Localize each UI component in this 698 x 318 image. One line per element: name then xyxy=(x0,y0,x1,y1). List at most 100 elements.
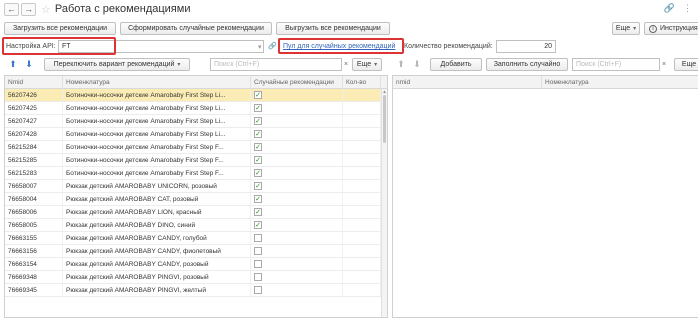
col-nmid[interactable]: nmid xyxy=(393,76,543,88)
cell-random xyxy=(251,258,343,270)
table-row[interactable]: 76658007 Рюкзак детский AMAROBABY UNICORN… xyxy=(5,180,387,193)
cell-qty xyxy=(343,245,381,257)
api-field[interactable]: FT xyxy=(58,40,264,53)
cell-random: ✓ xyxy=(251,115,343,127)
cell-name: Ботиночки-носочки детские Amarobaby Firs… xyxy=(63,89,251,101)
export-all-button[interactable]: Выгрузить все рекомендации xyxy=(276,22,390,35)
col-qty[interactable]: Кол-во xyxy=(343,76,381,88)
star-icon[interactable]: ☆ xyxy=(41,3,51,16)
cell-nmid: 56215284 xyxy=(5,141,63,153)
table-row[interactable]: 56215284 Ботиночки-носочки детские Amarob… xyxy=(5,141,387,154)
fill-random-button[interactable]: Заполнить случайно xyxy=(486,58,568,71)
cell-qty xyxy=(343,271,381,283)
pool-link[interactable]: Пул для случайных рекомендаций xyxy=(283,43,395,50)
cell-random: ✓ xyxy=(251,128,343,140)
cell-random: ✓ xyxy=(251,89,343,101)
cell-nmid: 76658006 xyxy=(5,206,63,218)
random-checkbox[interactable]: ✓ xyxy=(254,208,262,216)
cell-random xyxy=(251,271,343,283)
random-checkbox[interactable]: ✓ xyxy=(254,221,262,229)
random-checkbox[interactable]: ✓ xyxy=(254,143,262,151)
arrow-down-icon[interactable]: ⬇ xyxy=(22,58,36,71)
col-nmid[interactable]: Nmid xyxy=(5,76,63,88)
random-checkbox[interactable]: ✓ xyxy=(254,156,262,164)
cell-random: ✓ xyxy=(251,206,343,218)
cell-nmid: 76669345 xyxy=(5,284,63,296)
table-row[interactable]: 76658006 Рюкзак детский AMAROBABY LION, к… xyxy=(5,206,387,219)
right-search-input[interactable]: Поиск (Ctrl+F) xyxy=(572,58,660,71)
add-button[interactable]: Добавить xyxy=(430,58,482,71)
table-row[interactable]: 76663156 Рюкзак детский AMAROBABY CANDY, … xyxy=(5,245,387,258)
random-checkbox[interactable] xyxy=(254,273,262,281)
random-checkbox[interactable]: ✓ xyxy=(254,91,262,99)
table-row[interactable]: 56215283 Ботиночки-носочки детские Amarob… xyxy=(5,167,387,180)
cell-name: Ботиночки-носочки детские Amarobaby Firs… xyxy=(63,128,251,140)
cell-nmid: 56207427 xyxy=(5,115,63,127)
col-name[interactable]: Номенклатура xyxy=(63,76,251,88)
table-scrollbar[interactable]: ▴ xyxy=(381,89,387,317)
table-row[interactable]: 56207427 Ботиночки-носочки детские Amarob… xyxy=(5,115,387,128)
arrow-up-icon[interactable]: ⬆ xyxy=(394,58,408,71)
clear-search-icon[interactable]: × xyxy=(662,61,666,68)
random-checkbox[interactable]: ✓ xyxy=(254,117,262,125)
instruction-button[interactable]: i Инструкция xyxy=(644,22,698,35)
dropdown-icon[interactable]: ▾ xyxy=(258,43,262,51)
instruction-label: Инструкция xyxy=(660,25,698,32)
random-checkbox[interactable]: ✓ xyxy=(254,182,262,190)
cell-random: ✓ xyxy=(251,219,343,231)
table-row[interactable]: 56215285 Ботиночки-носочки детские Amarob… xyxy=(5,154,387,167)
back-button[interactable]: ← xyxy=(4,2,19,16)
switch-variant-button[interactable]: Переключить вариант рекомендаций xyxy=(44,58,190,71)
link-icon[interactable]: 🔗 xyxy=(664,3,675,14)
cell-nmid: 56207428 xyxy=(5,128,63,140)
random-checkbox[interactable]: ✓ xyxy=(254,130,262,138)
random-checkbox[interactable]: ✓ xyxy=(254,169,262,177)
left-search-input[interactable]: Поиск (Ctrl+F) xyxy=(210,58,342,71)
arrow-down-icon[interactable]: ⬇ xyxy=(410,58,424,71)
cell-qty xyxy=(343,154,381,166)
generate-random-button[interactable]: Сформировать случайные рекомендации xyxy=(120,22,272,35)
table-row[interactable]: 76669345 Рюкзак детский AMAROBABY PINGVI,… xyxy=(5,284,387,297)
random-checkbox[interactable]: ✓ xyxy=(254,195,262,203)
cell-name: Рюкзак детский AMAROBABY CANDY, фиолетов… xyxy=(63,245,251,257)
title-bar: ← → ☆ Работа с рекомендациями 🔗 ⋮ xyxy=(0,0,698,18)
cell-name: Рюкзак детский AMAROBABY CAT, розовый xyxy=(63,193,251,205)
random-checkbox[interactable] xyxy=(254,260,262,268)
kebab-icon[interactable]: ⋮ xyxy=(683,3,692,14)
scroll-thumb[interactable] xyxy=(383,95,386,143)
cell-name: Рюкзак детский AMAROBABY CANDY, розовый xyxy=(63,258,251,270)
load-all-button[interactable]: Загрузить все рекомендации xyxy=(4,22,116,35)
left-more-button[interactable]: Еще xyxy=(352,58,382,71)
cell-name: Рюкзак детский AMAROBABY CANDY, голубой xyxy=(63,232,251,244)
table-row[interactable]: 76663154 Рюкзак детский AMAROBABY CANDY, … xyxy=(5,258,387,271)
col-name[interactable]: Номенклатура xyxy=(542,76,698,88)
arrow-left-icon: ← xyxy=(7,4,16,14)
cell-nmid: 76663154 xyxy=(5,258,63,270)
random-checkbox[interactable]: ✓ xyxy=(254,104,262,112)
cell-random: ✓ xyxy=(251,167,343,179)
cell-qty xyxy=(343,115,381,127)
table-row[interactable]: 76658004 Рюкзак детский AMAROBABY CAT, ро… xyxy=(5,193,387,206)
more-menu-button[interactable]: Еще xyxy=(612,22,640,35)
table-body: 56207426 Ботиночки-носочки детские Amarob… xyxy=(5,89,387,297)
random-checkbox[interactable] xyxy=(254,234,262,242)
arrow-up-icon[interactable]: ⬆ xyxy=(6,58,20,71)
random-checkbox[interactable] xyxy=(254,286,262,294)
cell-name: Рюкзак детский AMAROBABY PINGVI, желтый xyxy=(63,284,251,296)
table-row[interactable]: 56207426 Ботиночки-носочки детские Amarob… xyxy=(5,89,387,102)
count-field[interactable]: 20 xyxy=(496,40,556,53)
table-row[interactable]: 76669348 Рюкзак детский AMAROBABY PINGVI,… xyxy=(5,271,387,284)
table-row[interactable]: 76663155 Рюкзак детский AMAROBABY CANDY, … xyxy=(5,232,387,245)
cell-nmid: 56207425 xyxy=(5,102,63,114)
right-more-button[interactable]: Еще xyxy=(674,58,698,71)
table-row[interactable]: 56207425 Ботиночки-носочки детские Amarob… xyxy=(5,102,387,115)
cell-random: ✓ xyxy=(251,102,343,114)
random-checkbox[interactable] xyxy=(254,247,262,255)
clear-search-icon[interactable]: × xyxy=(344,61,348,68)
col-random[interactable]: Случайные рекомендации xyxy=(251,76,343,88)
open-icon[interactable]: 🔗 xyxy=(268,42,277,50)
table-row[interactable]: 56207428 Ботиночки-носочки детские Amarob… xyxy=(5,128,387,141)
forward-button[interactable]: → xyxy=(21,2,36,16)
checkmark-icon: ✓ xyxy=(255,104,261,112)
table-row[interactable]: 76658005 Рюкзак детский AMAROBABY DINO, с… xyxy=(5,219,387,232)
